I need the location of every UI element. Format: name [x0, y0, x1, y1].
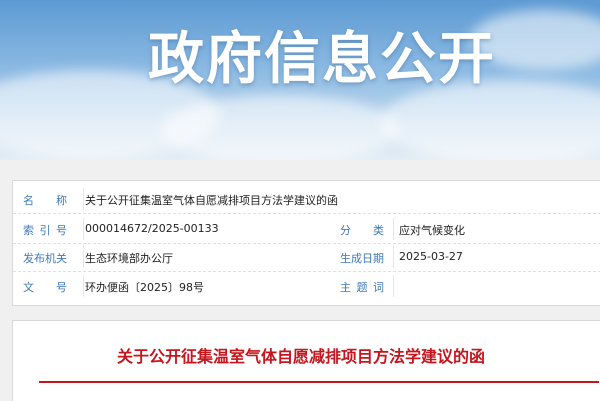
category-label: 分 类 [340, 224, 384, 237]
banner: 政府信息公开 [0, 0, 600, 160]
document-metadata-panel: 名 称 关于公开征集温室气体自愿减排项目方法学建议的函 索 引 号 000014… [12, 180, 600, 306]
meta-row-publisher: 发布机关 生态环境部办公厅 生成日期 2025-03-27 [13, 244, 600, 272]
divider [83, 188, 84, 210]
index-label: 索 引 号 [23, 224, 67, 237]
publisher-label: 发布机关 [23, 252, 67, 265]
name-value: 关于公开征集温室气体自愿减排项目方法学建议的函 [85, 194, 338, 207]
meta-row-index: 索 引 号 000014672/2025-00133 分 类 应对气候变化 [13, 216, 600, 244]
subject-label: 主 题 词 [340, 281, 384, 294]
banner-title: 政府信息公开 [148, 27, 496, 92]
publisher-value: 生态环境部办公厅 [85, 252, 173, 265]
doc-number-label: 文 号 [23, 281, 67, 294]
meta-row-name: 名 称 关于公开征集温室气体自愿减排项目方法学建议的函 [13, 186, 600, 214]
divider [83, 246, 84, 268]
category-value: 应对气候变化 [399, 224, 465, 237]
meta-row-doc-number: 文 号 环办便函〔2025〕98号 主 题 词 [13, 273, 600, 300]
divider [83, 218, 84, 240]
index-value: 000014672/2025-00133 [85, 222, 219, 235]
date-label: 生成日期 [340, 252, 384, 265]
doc-number-value: 环办便函〔2025〕98号 [85, 281, 204, 294]
cloud-decoration [160, 95, 400, 160]
divider [83, 275, 84, 297]
divider [393, 275, 394, 297]
document-content: 关于公开征集温室气体自愿减排项目方法学建议的函 [12, 320, 600, 401]
title-divider [39, 381, 599, 383]
divider [393, 246, 394, 268]
document-title: 关于公开征集温室气体自愿减排项目方法学建议的函 [116, 347, 485, 366]
divider [393, 218, 394, 240]
date-value: 2025-03-27 [399, 250, 463, 263]
name-label: 名 称 [23, 194, 67, 207]
